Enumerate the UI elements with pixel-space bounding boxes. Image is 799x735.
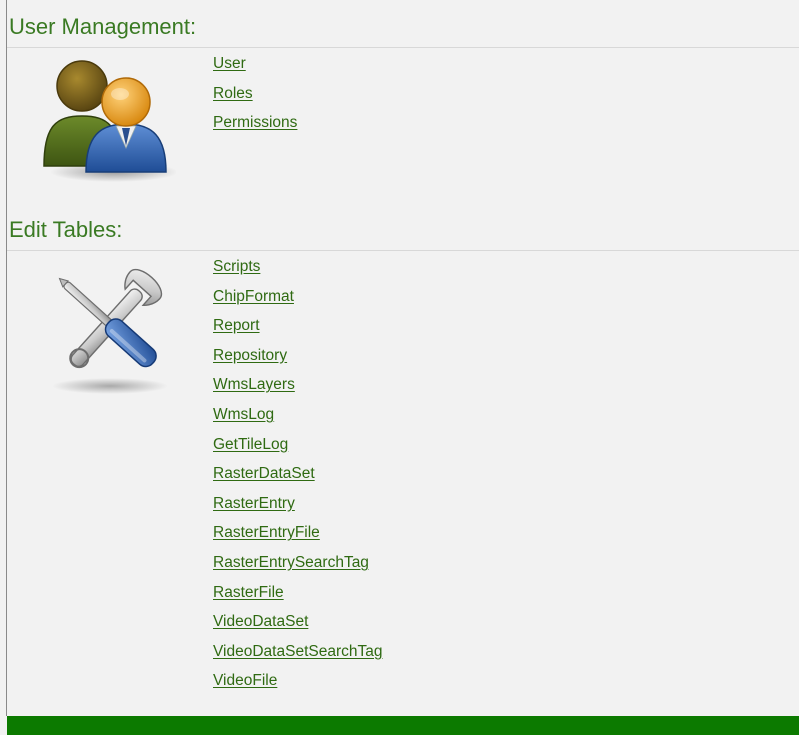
list-item: WmsLog xyxy=(213,406,382,436)
scripts-link[interactable]: Scripts xyxy=(213,258,260,275)
list-item: Permissions xyxy=(213,114,297,144)
edit-tables-heading: Edit Tables: xyxy=(9,217,123,242)
roles-link[interactable]: Roles xyxy=(213,85,253,102)
edit-tables-links: Scripts ChipFormat Report Repository Wms… xyxy=(213,258,382,702)
chipformat-link[interactable]: ChipFormat xyxy=(213,288,294,305)
user-management-heading: User Management: xyxy=(9,14,197,39)
rasterfile-link[interactable]: RasterFile xyxy=(213,584,284,601)
user-link[interactable]: User xyxy=(213,55,246,72)
list-item: RasterEntry xyxy=(213,495,382,525)
edit-tables-divider xyxy=(7,250,799,251)
list-item: ChipFormat xyxy=(213,288,382,318)
rasterentrysearchtag-link[interactable]: RasterEntrySearchTag xyxy=(213,554,369,571)
list-item: RasterEntrySearchTag xyxy=(213,554,382,584)
list-item: Roles xyxy=(213,85,297,115)
users-icon xyxy=(36,54,178,189)
rasterentry-link[interactable]: RasterEntry xyxy=(213,495,295,512)
videodatasetsearchtag-link[interactable]: VideoDataSetSearchTag xyxy=(213,643,382,660)
list-item: WmsLayers xyxy=(213,376,382,406)
list-item: GetTileLog xyxy=(213,436,382,466)
wmslayers-link[interactable]: WmsLayers xyxy=(213,376,295,393)
wmslog-link[interactable]: WmsLog xyxy=(213,406,274,423)
tools-icon xyxy=(40,262,180,402)
user-management-links: User Roles Permissions xyxy=(213,55,297,144)
list-item: Repository xyxy=(213,347,382,377)
list-item: RasterFile xyxy=(213,584,382,614)
list-item: VideoFile xyxy=(213,672,382,702)
report-link[interactable]: Report xyxy=(213,317,260,334)
list-item: Report xyxy=(213,317,382,347)
list-item: Scripts xyxy=(213,258,382,288)
gettilelog-link[interactable]: GetTileLog xyxy=(213,436,288,453)
list-item: RasterDataSet xyxy=(213,465,382,495)
permissions-link[interactable]: Permissions xyxy=(213,114,297,131)
user-management-divider xyxy=(7,47,799,48)
footer-bar xyxy=(7,716,799,735)
list-item: VideoDataSetSearchTag xyxy=(213,643,382,673)
list-item: User xyxy=(213,55,297,85)
list-item: RasterEntryFile xyxy=(213,524,382,554)
repository-link[interactable]: Repository xyxy=(213,347,287,364)
rasterdataset-link[interactable]: RasterDataSet xyxy=(213,465,315,482)
left-border xyxy=(6,0,7,716)
videofile-link[interactable]: VideoFile xyxy=(213,672,277,689)
list-item: VideoDataSet xyxy=(213,613,382,643)
rasterentryfile-link[interactable]: RasterEntryFile xyxy=(213,524,320,541)
videodataset-link[interactable]: VideoDataSet xyxy=(213,613,308,630)
